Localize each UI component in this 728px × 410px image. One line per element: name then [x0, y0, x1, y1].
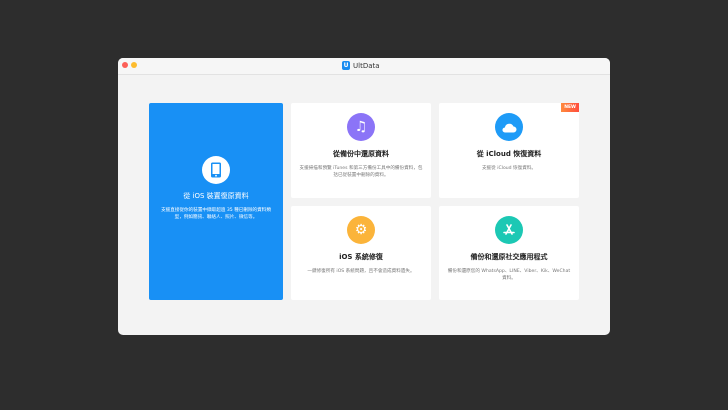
music-note-icon: ♫ [347, 113, 375, 141]
app-store-icon [495, 216, 523, 244]
gear-icon: ⚙ [347, 216, 375, 244]
recover-from-ios-device-card[interactable]: 從 iOS 裝置復原資料 支援直接從你的裝置中擷取超過 35 種已刪除的資料類型… [149, 103, 283, 300]
title-bar: U UltData [118, 58, 610, 75]
social-app-backup-card[interactable]: 備份和還原社交應用程式 備份和還原您的 WhatsApp、LINE、Viber、… [439, 206, 579, 300]
card-description: 備份和還原您的 WhatsApp、LINE、Viber、Kik、WeChat 資… [447, 269, 571, 282]
card-title: iOS 系統修復 [339, 253, 383, 261]
phone-icon [202, 156, 230, 184]
card-title: 從 iCloud 恢復資料 [476, 150, 542, 158]
card-title: 從 iOS 裝置復原資料 [183, 192, 249, 200]
card-title: 備份和還原社交應用程式 [470, 253, 548, 261]
card-title: 從備份中還原資料 [333, 150, 389, 158]
minimize-button[interactable] [131, 62, 137, 68]
ios-system-repair-card[interactable]: ⚙ iOS 系統修復 一鍵修復所有 iOS 系統問題，且不會造成資料遺失。 [291, 206, 431, 300]
card-description: 支援直接從你的裝置中擷取超過 35 種已刪除的資料類型，例如簡訊、聯絡人、照片、… [161, 208, 271, 221]
ultdata-logo-icon: U [342, 61, 350, 70]
card-description: 支援掃描和預覽 iTunes 和第三方備份工具中的備份資料，包括已從裝置中刪除的… [299, 166, 423, 179]
recover-from-icloud-card[interactable]: NEW 從 iCloud 恢復資料 支援從 iCloud 恢復資料。 [439, 103, 579, 198]
new-badge: NEW [561, 103, 579, 112]
cloud-icon [495, 113, 523, 141]
card-description: 一鍵修復所有 iOS 系統問題，且不會造成資料遺失。 [307, 269, 415, 274]
window-title: U UltData [342, 61, 380, 70]
recover-from-backup-card[interactable]: ♫ 從備份中還原資料 支援掃描和預覽 iTunes 和第三方備份工具中的備份資料… [291, 103, 431, 198]
close-button[interactable] [122, 62, 128, 68]
card-description: 支援從 iCloud 恢復資料。 [481, 166, 537, 171]
app-name: UltData [353, 61, 380, 70]
app-window: U UltData 從 iOS 裝置復原資料 支援直接從你的裝置中擷取超過 35… [118, 58, 610, 335]
